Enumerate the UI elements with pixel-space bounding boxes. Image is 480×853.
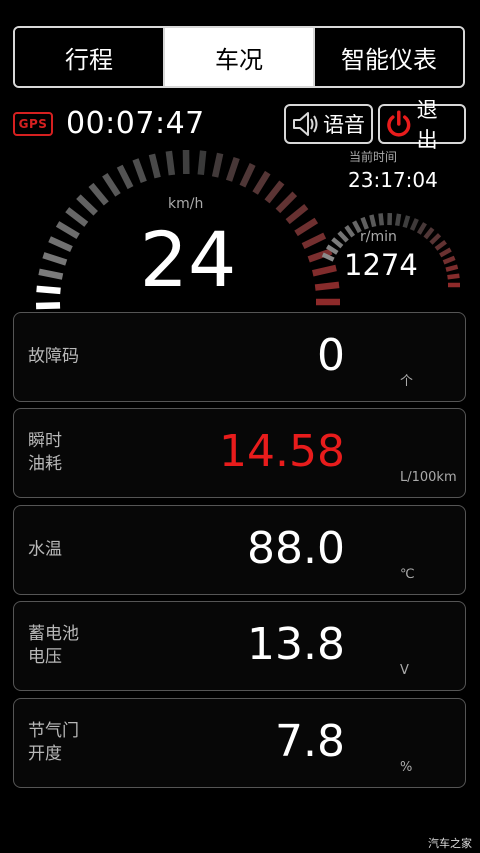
metric-value: 0: [317, 330, 345, 382]
gauge-tick: [88, 182, 109, 206]
gauge-tick: [42, 252, 68, 266]
metric-unit: ℃: [400, 567, 415, 582]
tab-vehicle-status[interactable]: 车况: [163, 28, 313, 86]
gauge-tick: [285, 204, 309, 225]
watermark: 汽车之家: [428, 837, 472, 850]
gauge-tick: [294, 217, 319, 237]
metric-label: 水温: [28, 539, 62, 560]
gauge-tick: [394, 213, 402, 227]
tab-bar: 行程 车况 智能仪表: [13, 26, 465, 88]
speaker-icon: [293, 112, 318, 136]
rpm-value: 1274: [344, 248, 418, 282]
metric-label: 瞬时 油耗: [28, 431, 62, 474]
voice-button[interactable]: 语音: [284, 104, 373, 144]
speed-value: 24: [139, 215, 237, 304]
trip-timer: 00:07:47: [66, 106, 205, 141]
metric-card-fault-code: 故障码 0 个: [13, 312, 466, 402]
gauge-tick: [423, 227, 435, 240]
gauge-tick: [378, 213, 385, 226]
exit-button[interactable]: 退出: [378, 98, 466, 152]
metric-card-battery-voltage: 蓄电池 电压 13.8 V: [13, 601, 466, 691]
gauge-tick: [197, 150, 207, 175]
gauge-tick: [38, 268, 64, 280]
gauge-tick: [442, 255, 456, 265]
gauge-tick: [55, 221, 80, 240]
metric-card-water-temp: 水温 88.0 ℃: [13, 505, 466, 595]
voice-button-label: 语音: [323, 113, 365, 137]
gauge-tick: [416, 222, 427, 235]
metric-value: 88.0: [247, 523, 345, 575]
metric-unit: V: [400, 663, 409, 678]
gauge-tick: [165, 150, 176, 176]
gauge-tick: [35, 302, 61, 310]
metric-label: 故障码: [28, 346, 79, 367]
gauge-tick: [36, 285, 61, 295]
speed-unit: km/h: [168, 196, 204, 212]
gauge-tick: [116, 164, 134, 190]
metric-card-throttle: 节气门 开度 7.8 %: [13, 698, 466, 788]
gauge-tick: [337, 230, 349, 243]
gauge-tick: [275, 191, 298, 214]
gauge-tick: [447, 273, 460, 280]
rpm-unit: r/min: [360, 229, 397, 245]
gauge-tick: [445, 264, 459, 272]
metric-label: 节气门 开度: [28, 721, 79, 764]
metric-value: 13.8: [247, 619, 345, 671]
metric-value: 7.8: [275, 716, 345, 768]
metric-card-fuel-consumption: 瞬时 油耗 14.58 L/100km: [13, 408, 466, 498]
gauge-tick: [102, 172, 121, 197]
gauge-tick: [321, 252, 335, 262]
gauge-tick: [402, 215, 411, 229]
gauge-tick: [409, 218, 419, 231]
tab-smart-gauge[interactable]: 智能仪表: [313, 28, 463, 86]
metric-unit: L/100km: [400, 470, 457, 485]
gauge-tick: [225, 156, 240, 182]
gauge-tick: [312, 264, 337, 277]
power-icon: [387, 110, 411, 137]
gauge-tick: [434, 239, 447, 251]
gauge-tick: [360, 216, 369, 230]
gauge-tick: [148, 153, 161, 179]
dashboard-screen: 行程 车况 智能仪表 GPS 00:07:47 语音 退出 当前时间 23:17…: [0, 0, 480, 853]
gauge-tick: [132, 158, 147, 184]
gauge-tick: [65, 207, 89, 227]
gps-badge: GPS: [13, 112, 53, 136]
metric-value: 14.58: [219, 426, 345, 478]
gauge-tick: [48, 236, 73, 253]
gauge-tick: [239, 163, 256, 188]
gauge-tick: [344, 225, 356, 238]
gauge-tick: [264, 180, 285, 204]
gauge-tick: [429, 233, 442, 245]
gauge-tick: [331, 237, 344, 249]
gauge-tick: [314, 281, 340, 291]
gauge-tick: [352, 220, 362, 234]
tab-trip[interactable]: 行程: [15, 28, 163, 86]
gauge-tick: [439, 247, 452, 258]
metric-unit: %: [400, 760, 413, 775]
metric-unit: 个: [400, 374, 414, 389]
gauge-tick: [252, 170, 271, 195]
gauge-tick: [369, 214, 377, 228]
gauge-tick: [211, 152, 224, 178]
gauge-tick: [76, 194, 98, 216]
metric-label: 蓄电池 电压: [28, 624, 79, 667]
gauge-tick: [301, 232, 327, 249]
